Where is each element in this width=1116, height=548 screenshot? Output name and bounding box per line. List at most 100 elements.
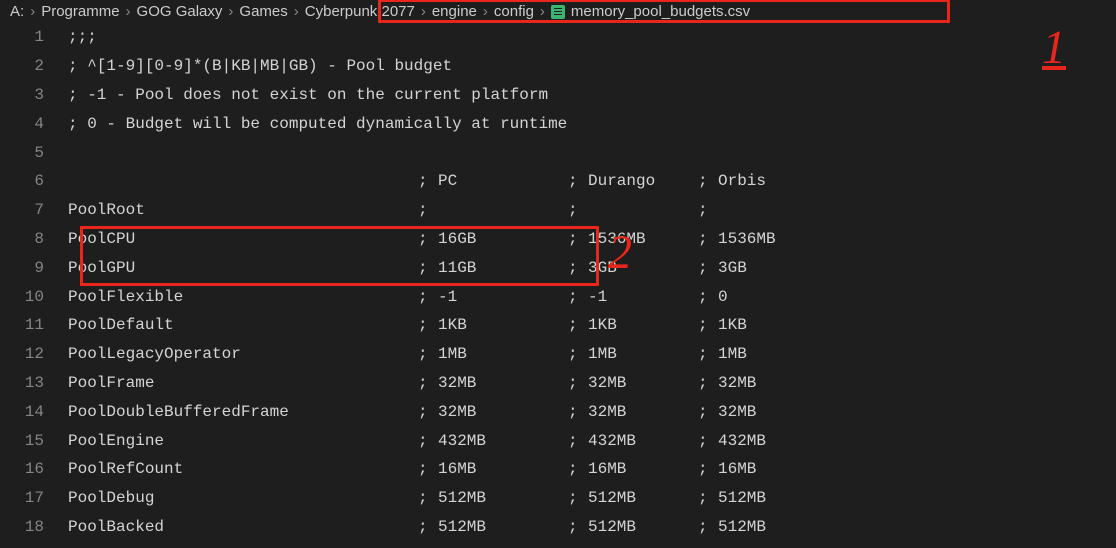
cell-orbis: Orbis (718, 172, 798, 190)
cell-pc: 1MB (438, 345, 518, 363)
editor-line[interactable]: 18PoolBacked;512MB;512MB;512MB (0, 513, 1116, 542)
line-number: 11 (0, 316, 68, 334)
cell-pc-wrap: 16MB (438, 460, 568, 478)
cell-durango: 3GB (588, 259, 688, 277)
cell-pc: 32MB (438, 374, 518, 392)
breadcrumb-item[interactable]: GOG Galaxy (137, 3, 223, 20)
editor-line[interactable]: 8PoolCPU;16GB;1536MB;1536MB (0, 225, 1116, 254)
cell-dur-wrap: -1 (588, 288, 698, 306)
line-number: 14 (0, 403, 68, 421)
cell-name: PoolDefault (68, 316, 418, 334)
cell-durango: 32MB (588, 403, 688, 421)
cell-pc-wrap: PC (438, 172, 568, 190)
cell-sep: ; (698, 345, 718, 363)
editor-area[interactable]: 1;;;2; ^[1-9][0-9]*(B|KB|MB|GB) - Pool b… (0, 23, 1116, 541)
cell-sep: ; (418, 489, 438, 507)
cell-sep: ; (698, 259, 718, 277)
code-content[interactable]: ;;; (68, 28, 1116, 46)
editor-line[interactable]: 11PoolDefault;1KB;1KB;1KB (0, 311, 1116, 340)
editor-line[interactable]: 2; ^[1-9][0-9]*(B|KB|MB|GB) - Pool budge… (0, 52, 1116, 81)
editor-line[interactable]: 16PoolRefCount;16MB;16MB;16MB (0, 455, 1116, 484)
code-content[interactable]: ; 0 - Budget will be computed dynamicall… (68, 115, 1116, 133)
cell-dur-wrap: 32MB (588, 403, 698, 421)
cell-sep: ; (418, 259, 438, 277)
editor-line[interactable]: 6;PC;Durango;Orbis (0, 167, 1116, 196)
cell-sep: ; (568, 172, 588, 190)
line-number: 1 (0, 28, 68, 46)
breadcrumb-item[interactable]: Programme (41, 3, 119, 20)
code-content[interactable]: PoolEngine;432MB;432MB;432MB (68, 432, 1116, 450)
cell-name: PoolDebug (68, 489, 418, 507)
breadcrumb-item[interactable]: engine (432, 3, 477, 20)
cell-dur-wrap (588, 201, 698, 219)
annotation-2: 2 (608, 225, 632, 280)
editor-line[interactable]: 5 (0, 138, 1116, 167)
annotation-1: 1 (1042, 20, 1066, 75)
cell-orbis: 32MB (718, 403, 798, 421)
cell-sep: ; (698, 518, 718, 536)
code-content[interactable]: ; ^[1-9][0-9]*(B|KB|MB|GB) - Pool budget (68, 57, 1116, 75)
cell-pc: PC (438, 172, 518, 190)
cell-sep: ; (698, 230, 718, 248)
code-content[interactable]: PoolDoubleBufferedFrame;32MB;32MB;32MB (68, 403, 1116, 421)
chevron-right-icon: › (294, 3, 299, 20)
cell-name: PoolEngine (68, 432, 418, 450)
code-content[interactable]: PoolRefCount;16MB;16MB;16MB (68, 460, 1116, 478)
breadcrumb-item[interactable]: Cyberpunk 2077 (305, 3, 415, 20)
code-content[interactable]: PoolFrame;32MB;32MB;32MB (68, 374, 1116, 392)
cell-orbis: 3GB (718, 259, 798, 277)
cell-sep: ; (418, 230, 438, 248)
code-content[interactable]: PoolDefault;1KB;1KB;1KB (68, 316, 1116, 334)
editor-line[interactable]: 7PoolRoot;;; (0, 196, 1116, 225)
cell-dur-wrap: Durango (588, 172, 698, 190)
code-content[interactable]: ; -1 - Pool does not exist on the curren… (68, 86, 1116, 104)
cell-pc-wrap: 1MB (438, 345, 568, 363)
editor-line[interactable]: 12PoolLegacyOperator;1MB;1MB;1MB (0, 340, 1116, 369)
cell-orbis: 512MB (718, 489, 798, 507)
cell-dur-wrap: 3GB (588, 259, 698, 277)
cell-sep: ; (698, 374, 718, 392)
cell-dur-wrap: 32MB (588, 374, 698, 392)
cell-durango: 16MB (588, 460, 688, 478)
editor-line[interactable]: 3; -1 - Pool does not exist on the curre… (0, 81, 1116, 110)
cell-pc: -1 (438, 288, 518, 306)
code-content[interactable]: PoolLegacyOperator;1MB;1MB;1MB (68, 345, 1116, 363)
cell-pc: 16GB (438, 230, 518, 248)
cell-sep: ; (568, 316, 588, 334)
line-number: 15 (0, 432, 68, 450)
cell-dur-wrap: 1536MB (588, 230, 698, 248)
cell-sep: ; (698, 489, 718, 507)
editor-line[interactable]: 4; 0 - Budget will be computed dynamical… (0, 109, 1116, 138)
breadcrumb-item[interactable]: config (494, 3, 534, 20)
cell-sep: ; (418, 288, 438, 306)
cell-orbis: 16MB (718, 460, 798, 478)
editor-line[interactable]: 14PoolDoubleBufferedFrame;32MB;32MB;32MB (0, 397, 1116, 426)
editor-line[interactable]: 1;;; (0, 23, 1116, 52)
breadcrumb-item[interactable]: A: (10, 3, 24, 20)
cell-pc: 16MB (438, 460, 518, 478)
code-content[interactable]: PoolRoot;;; (68, 201, 1116, 219)
code-content[interactable]: PoolDebug;512MB;512MB;512MB (68, 489, 1116, 507)
editor-line[interactable]: 9PoolGPU;11GB;3GB;3GB (0, 253, 1116, 282)
editor-line[interactable]: 13PoolFrame;32MB;32MB;32MB (0, 369, 1116, 398)
code-content[interactable]: PoolBacked;512MB;512MB;512MB (68, 518, 1116, 536)
line-number: 7 (0, 201, 68, 219)
cell-orbis: 512MB (718, 518, 798, 536)
cell-durango: 432MB (588, 432, 688, 450)
breadcrumb-item[interactable]: Games (239, 3, 287, 20)
cell-sep: ; (418, 460, 438, 478)
code-content[interactable]: PoolFlexible;-1;-1;0 (68, 288, 1116, 306)
editor-line[interactable]: 17PoolDebug;512MB;512MB;512MB (0, 484, 1116, 513)
cell-name: PoolDoubleBufferedFrame (68, 403, 418, 421)
code-content[interactable]: PoolCPU;16GB;1536MB;1536MB (68, 230, 1116, 248)
editor-line[interactable]: 10PoolFlexible;-1;-1;0 (0, 282, 1116, 311)
breadcrumb-filename[interactable]: memory_pool_budgets.csv (571, 3, 750, 20)
cell-sep: ; (418, 432, 438, 450)
cell-name: PoolBacked (68, 518, 418, 536)
code-content[interactable]: ;PC;Durango;Orbis (68, 172, 1116, 190)
code-content[interactable]: PoolGPU;11GB;3GB;3GB (68, 259, 1116, 277)
editor-line[interactable]: 15PoolEngine;432MB;432MB;432MB (0, 426, 1116, 455)
cell-durango: -1 (588, 288, 688, 306)
line-number: 18 (0, 518, 68, 536)
cell-sep: ; (568, 460, 588, 478)
